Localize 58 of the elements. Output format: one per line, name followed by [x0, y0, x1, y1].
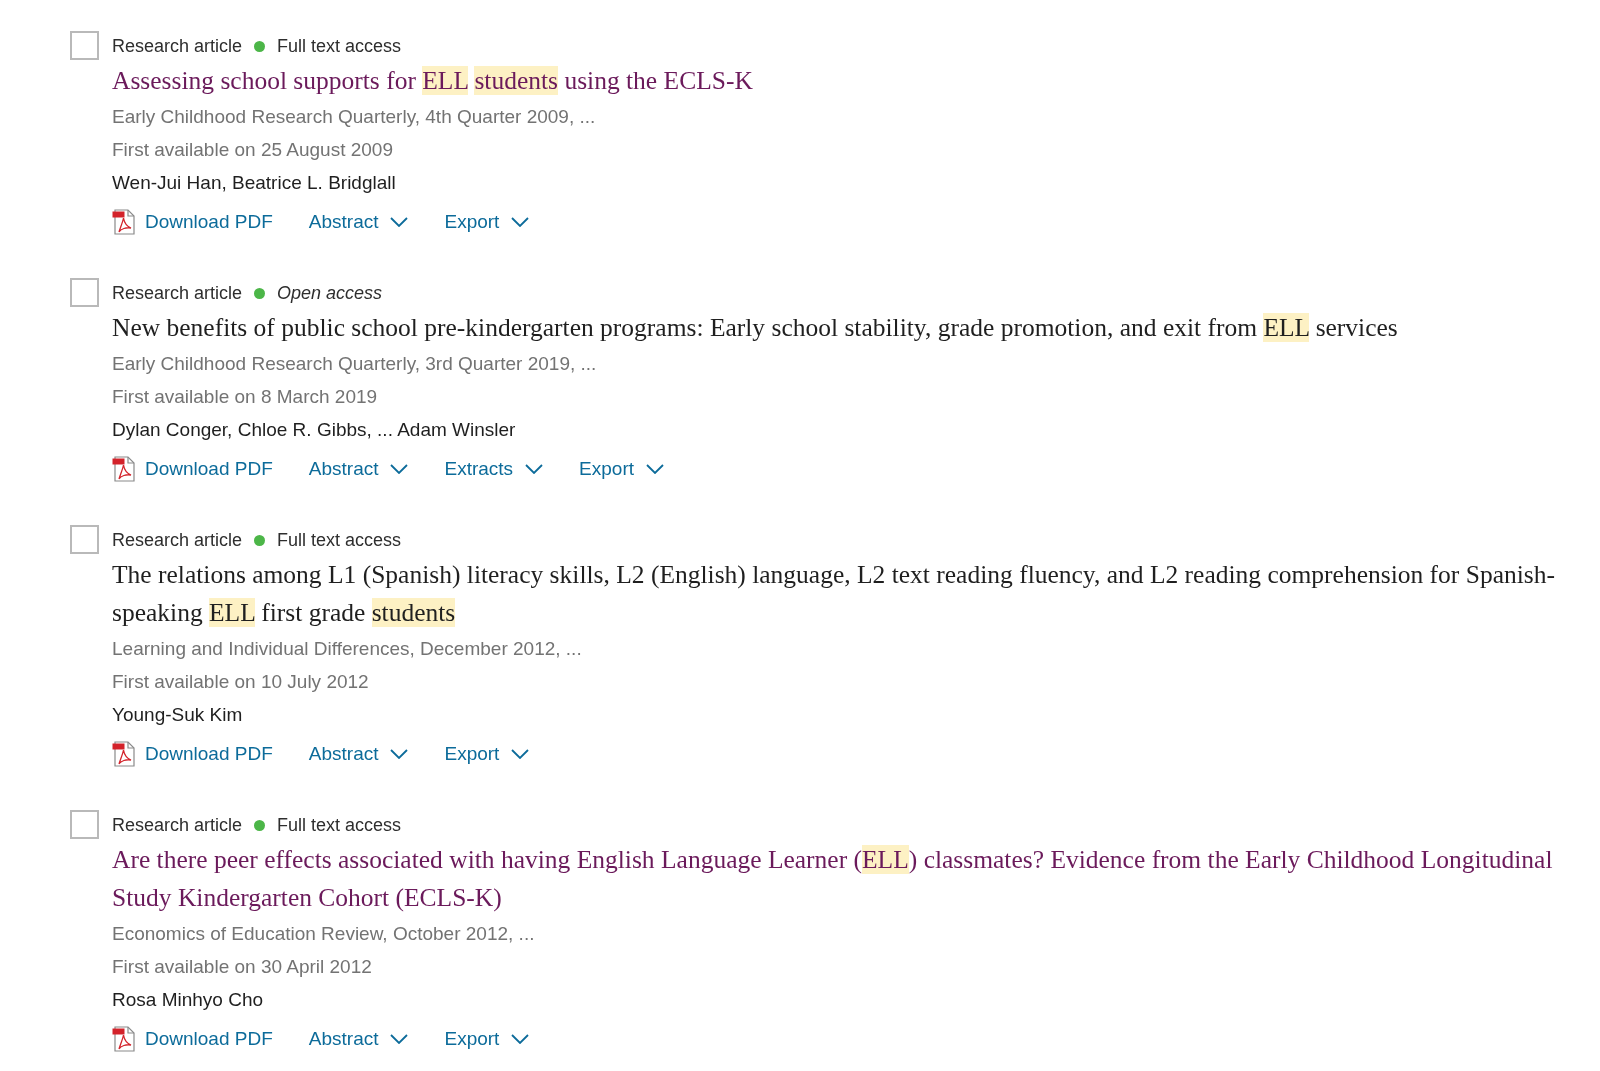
chevron-down-icon	[511, 217, 530, 227]
pdf-file-icon	[112, 741, 136, 767]
status-dot-icon	[254, 819, 266, 831]
access-label: Full text access	[277, 35, 402, 57]
availability-date: First available on 8 March 2019	[112, 385, 379, 409]
pdf-file-icon	[112, 1026, 136, 1052]
select-checkbox[interactable]	[70, 278, 99, 307]
dropdown-button[interactable]: Export	[444, 743, 530, 765]
status-dot-icon	[254, 287, 266, 299]
access-label: Full text access	[277, 814, 402, 836]
article-type: Research article	[112, 35, 243, 57]
pdf-file-icon	[112, 209, 136, 235]
download-pdf-button[interactable]: Download PDF	[112, 209, 273, 235]
chevron-down-icon	[390, 749, 409, 759]
dropdown-button[interactable]: Abstract	[308, 1028, 409, 1050]
chevron-down-icon	[390, 1034, 409, 1044]
chevron-down-icon	[646, 464, 665, 474]
journal-source: Early Childhood Research Quarterly, 4th Quarter 2009, ...	[112, 105, 597, 129]
journal-source: Economics of Education Review, October 2012, ...	[112, 922, 536, 946]
chevron-down-icon	[511, 1034, 530, 1044]
availability-date: First available on 10 July 2012	[112, 670, 370, 694]
article-type: Research article	[112, 814, 243, 836]
dropdown-button[interactable]: Abstract	[308, 743, 409, 765]
article-title-link[interactable]: Are there peer effects associated with having English Language Learner (ELL) classmates? Evidence from the Early Childhood Longitudinal Study Kindergarten Cohort (ECLS-K)	[112, 841, 1564, 917]
article-type: Research article	[112, 529, 243, 551]
dropdown-button[interactable]: Export	[579, 458, 665, 480]
dropdown-button[interactable]: Extracts	[444, 458, 544, 480]
journal-source: Learning and Individual Differences, December 2012, ...	[112, 637, 583, 661]
availability-date: First available on 30 April 2012	[112, 955, 373, 979]
chevron-down-icon	[511, 749, 530, 759]
dropdown-button[interactable]: Export	[444, 211, 530, 233]
article-title-link[interactable]: The relations among L1 (Spanish) literacy skills, L2 (English) language, L2 text reading fluency, and L2 reading comprehension for Spanish-speaking ELL first grade students	[112, 556, 1564, 632]
download-pdf-button[interactable]: Download PDF	[112, 1026, 273, 1052]
authors: Wen-Jui Han, Beatrice L. Bridglall	[112, 171, 397, 195]
access-label: Open access	[277, 282, 383, 304]
status-dot-icon	[254, 534, 266, 546]
dropdown-button[interactable]: Abstract	[308, 458, 409, 480]
access-label: Full text access	[277, 529, 402, 551]
chevron-down-icon	[525, 464, 544, 474]
pdf-file-icon	[112, 456, 136, 482]
download-pdf-button[interactable]: Download PDF	[112, 456, 273, 482]
authors: Rosa Minhyo Cho	[112, 988, 265, 1012]
select-checkbox[interactable]	[70, 810, 99, 839]
availability-date: First available on 25 August 2009	[112, 138, 394, 162]
authors: Dylan Conger, Chloe R. Gibbs, ... Adam Winsler	[112, 418, 517, 442]
dropdown-button[interactable]: Abstract	[308, 211, 409, 233]
select-checkbox[interactable]	[70, 31, 99, 60]
status-dot-icon	[254, 40, 266, 52]
journal-source: Early Childhood Research Quarterly, 3rd Quarter 2019, ...	[112, 352, 598, 376]
select-checkbox[interactable]	[70, 525, 99, 554]
article-type: Research article	[112, 282, 243, 304]
download-pdf-button[interactable]: Download PDF	[112, 741, 273, 767]
article-title-link[interactable]: Assessing school supports for ELL students using the ECLS-K	[112, 62, 1564, 100]
chevron-down-icon	[390, 217, 409, 227]
article-title-link[interactable]: New benefits of public school pre-kindergarten programs: Early school stability, grade promotion, and exit from ELL services	[112, 309, 1564, 347]
chevron-down-icon	[390, 464, 409, 474]
authors: Young-Suk Kim	[112, 703, 244, 727]
dropdown-button[interactable]: Export	[444, 1028, 530, 1050]
